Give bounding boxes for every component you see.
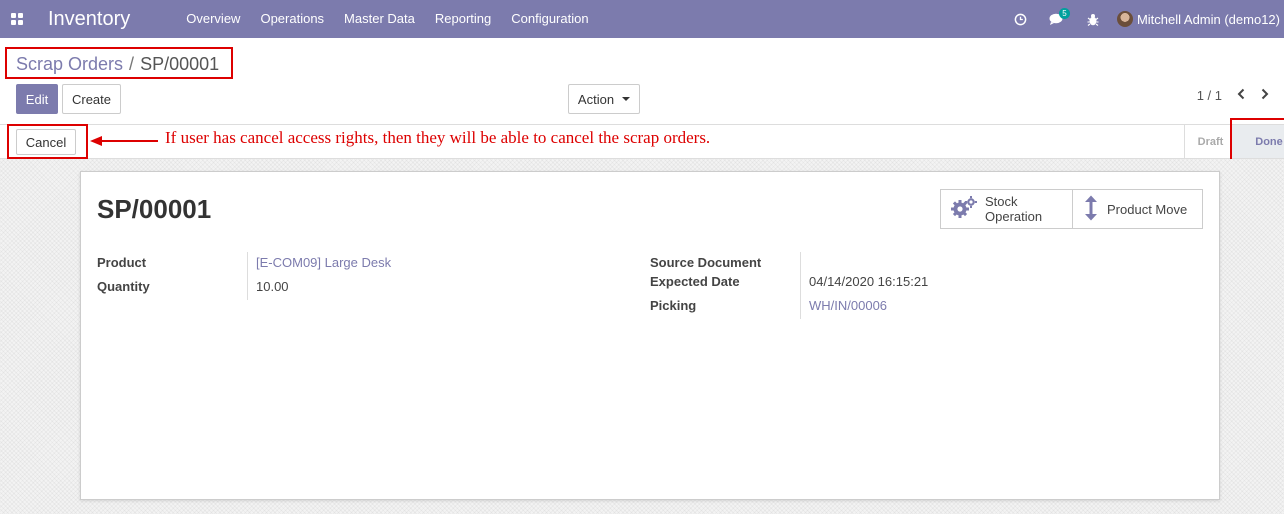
expected-date-value: 04/14/2020 16:15:21: [809, 274, 929, 289]
main-menu: Overview Operations Master Data Reportin…: [176, 0, 598, 38]
apps-menu-icon[interactable]: [0, 0, 34, 38]
chevron-right-icon[interactable]: [1260, 88, 1270, 103]
clock-icon[interactable]: [1003, 0, 1039, 38]
create-button[interactable]: Create: [62, 84, 121, 114]
picking-value[interactable]: WH/IN/00006: [809, 298, 887, 313]
pager-value[interactable]: 1 / 1: [1197, 88, 1222, 103]
form-sheet: SP/00001 Stock Operation Product Move Pr…: [80, 171, 1220, 500]
annotation-arrow-line: [100, 140, 158, 142]
caret-down-icon: [622, 97, 631, 101]
gears-icon: [951, 195, 977, 223]
quantity-label: Quantity: [97, 279, 150, 294]
right-group-divider: [800, 252, 801, 319]
menu-configuration[interactable]: Configuration: [501, 0, 598, 38]
stock-operation-line2: Operation: [985, 209, 1043, 224]
done-highlight-box: [1230, 118, 1284, 164]
product-label: Product: [97, 255, 147, 270]
chevron-left-icon[interactable]: [1236, 88, 1246, 103]
breadcrumb-current: SP/00001: [140, 54, 220, 74]
breadcrumb-separator: /: [129, 54, 135, 74]
debug-bug-icon[interactable]: [1075, 0, 1111, 38]
arrows-vertical-icon: [1083, 195, 1099, 224]
quantity-value: 10.00: [256, 279, 289, 294]
menu-reporting[interactable]: Reporting: [425, 0, 501, 38]
menu-operations[interactable]: Operations: [250, 0, 334, 38]
breadcrumb-scrap-orders[interactable]: Scrap Orders: [16, 54, 123, 75]
menu-overview[interactable]: Overview: [176, 0, 250, 38]
top-navbar: Inventory Overview Operations Master Dat…: [0, 0, 1284, 38]
source-document-label: Source Document: [650, 255, 762, 270]
user-name: Mitchell Admin (demo12): [1136, 11, 1280, 27]
record-title: SP/00001: [97, 194, 212, 224]
edit-button[interactable]: Edit: [16, 84, 58, 114]
messages-badge: 5: [1058, 8, 1070, 19]
stock-operation-label: Stock Operation: [985, 194, 1042, 224]
action-label: Action: [577, 91, 615, 107]
smart-buttons: Stock Operation Product Move: [940, 189, 1203, 229]
stock-operation-button[interactable]: Stock Operation: [941, 190, 1072, 228]
messages-icon[interactable]: 5: [1039, 0, 1075, 38]
avatar: [1116, 11, 1133, 27]
product-move-button[interactable]: Product Move: [1072, 190, 1202, 228]
product-value[interactable]: [E-COM09] Large Desk: [256, 255, 391, 270]
menu-master-data[interactable]: Master Data: [334, 0, 425, 38]
stock-operation-line1: Stock: [985, 194, 1018, 209]
product-move-label: Product Move: [1107, 201, 1188, 217]
breadcrumb: Scrap Orders / SP/00001: [16, 54, 219, 75]
action-dropdown[interactable]: Action: [568, 84, 640, 114]
picking-label: Picking: [650, 298, 697, 313]
expected-date-label: Expected Date: [650, 274, 740, 289]
cancel-button[interactable]: Cancel: [16, 129, 76, 155]
systray: 5 Mitchell Admin (demo12): [1003, 0, 1284, 38]
annotation-text: If user has cancel access rights, then t…: [165, 128, 711, 147]
user-menu[interactable]: Mitchell Admin (demo12): [1111, 11, 1284, 27]
pager: 1 / 1: [1197, 88, 1270, 103]
app-title[interactable]: Inventory: [48, 8, 130, 31]
left-group-divider: [247, 252, 248, 300]
stage-draft[interactable]: Draft: [1184, 125, 1236, 158]
